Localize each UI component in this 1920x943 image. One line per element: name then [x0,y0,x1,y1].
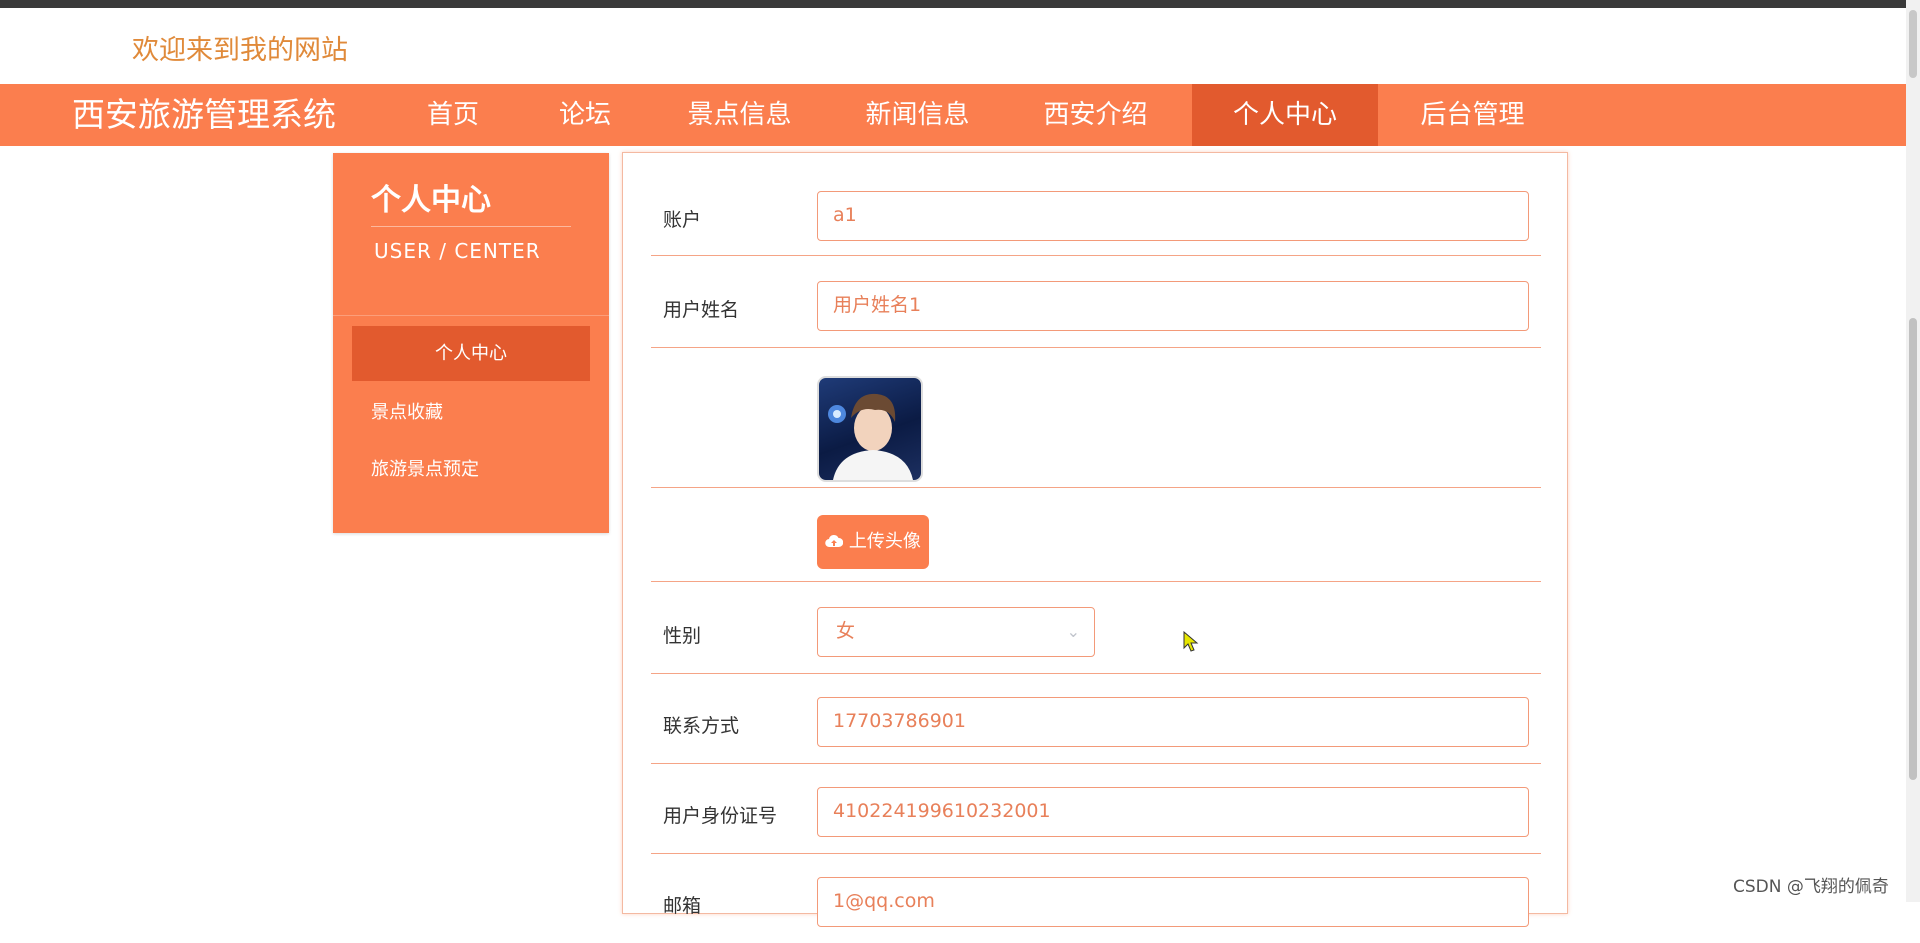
account-field[interactable]: a1 [817,191,1529,241]
mouse-pointer-icon [1183,630,1199,657]
nav-forum[interactable]: 论坛 [530,84,640,146]
form-row-email: 邮箱 1@qq.com [651,855,1541,943]
phone-label: 联系方式 [663,715,740,737]
upload-avatar-button[interactable]: 上传头像 [817,515,929,569]
phone-field[interactable]: 17703786901 [817,697,1529,747]
nav-news[interactable]: 新闻信息 [845,84,990,146]
scrollbar-thumb[interactable] [1909,318,1917,780]
sidebar-item-booking[interactable]: 旅游景点预定 [371,455,479,481]
user-center-sidebar: 个人中心 USER / CENTER 个人中心 景点收藏 旅游景点预定 [333,153,609,533]
email-label: 邮箱 [663,895,702,917]
sidebar-divider [333,315,609,316]
sidebar-title-divider [371,226,571,227]
profile-form-panel: 账户 a1 用户姓名 用户姓名1 上传头像 性别 女 ⌄ 联系方式 177037… [622,152,1568,927]
scrollbar-top-thumb[interactable] [1909,10,1917,78]
sidebar-item-favorites[interactable]: 景点收藏 [371,398,443,424]
site-brand[interactable]: 西安旅游管理系统 [72,84,336,146]
form-row-phone: 联系方式 17703786901 [651,675,1541,764]
nav-attractions[interactable]: 景点信息 [667,84,812,146]
form-row-id-number: 用户身份证号 410224199610232001 [651,765,1541,854]
avatar-image [817,376,923,482]
nav-admin[interactable]: 后台管理 [1400,84,1545,146]
id-number-label: 用户身份证号 [663,805,778,827]
chevron-down-icon: ⌄ [1066,622,1080,641]
name-field[interactable]: 用户姓名1 [817,281,1529,331]
nav-xian-intro[interactable]: 西安介绍 [1023,84,1168,146]
name-label: 用户姓名 [663,299,740,321]
gender-select[interactable]: 女 ⌄ [817,607,1095,657]
upload-avatar-label: 上传头像 [848,531,921,552]
gender-label: 性别 [663,625,702,647]
watermark-text: CSDN @飞翔的佩奇 [1733,877,1889,897]
nav-home[interactable]: 首页 [398,84,508,146]
cloud-upload-icon [825,531,849,552]
form-row-gender: 性别 女 ⌄ [651,583,1541,674]
email-field[interactable]: 1@qq.com [817,877,1529,927]
form-row-avatar [651,349,1541,488]
sidebar-subtitle: USER / CENTER [374,239,541,263]
id-number-field[interactable]: 410224199610232001 [817,787,1529,837]
account-label: 账户 [663,209,702,231]
main-navbar: 西安旅游管理系统 首页 论坛 景点信息 新闻信息 西安介绍 个人中心 后台管理 [0,84,1906,146]
page-scrollbar[interactable] [1906,0,1920,902]
form-row-name: 用户姓名 用户姓名1 [651,257,1541,348]
sidebar-item-user-center[interactable]: 个人中心 [352,326,590,381]
form-row-upload: 上传头像 [651,489,1541,582]
gender-value: 女 [836,620,856,642]
welcome-text: 欢迎来到我的网站 [132,35,348,66]
nav-user-center[interactable]: 个人中心 [1192,84,1378,146]
sidebar-title: 个人中心 [371,183,491,218]
form-row-account: 账户 a1 [651,153,1541,256]
window-top-bar [0,0,1920,8]
